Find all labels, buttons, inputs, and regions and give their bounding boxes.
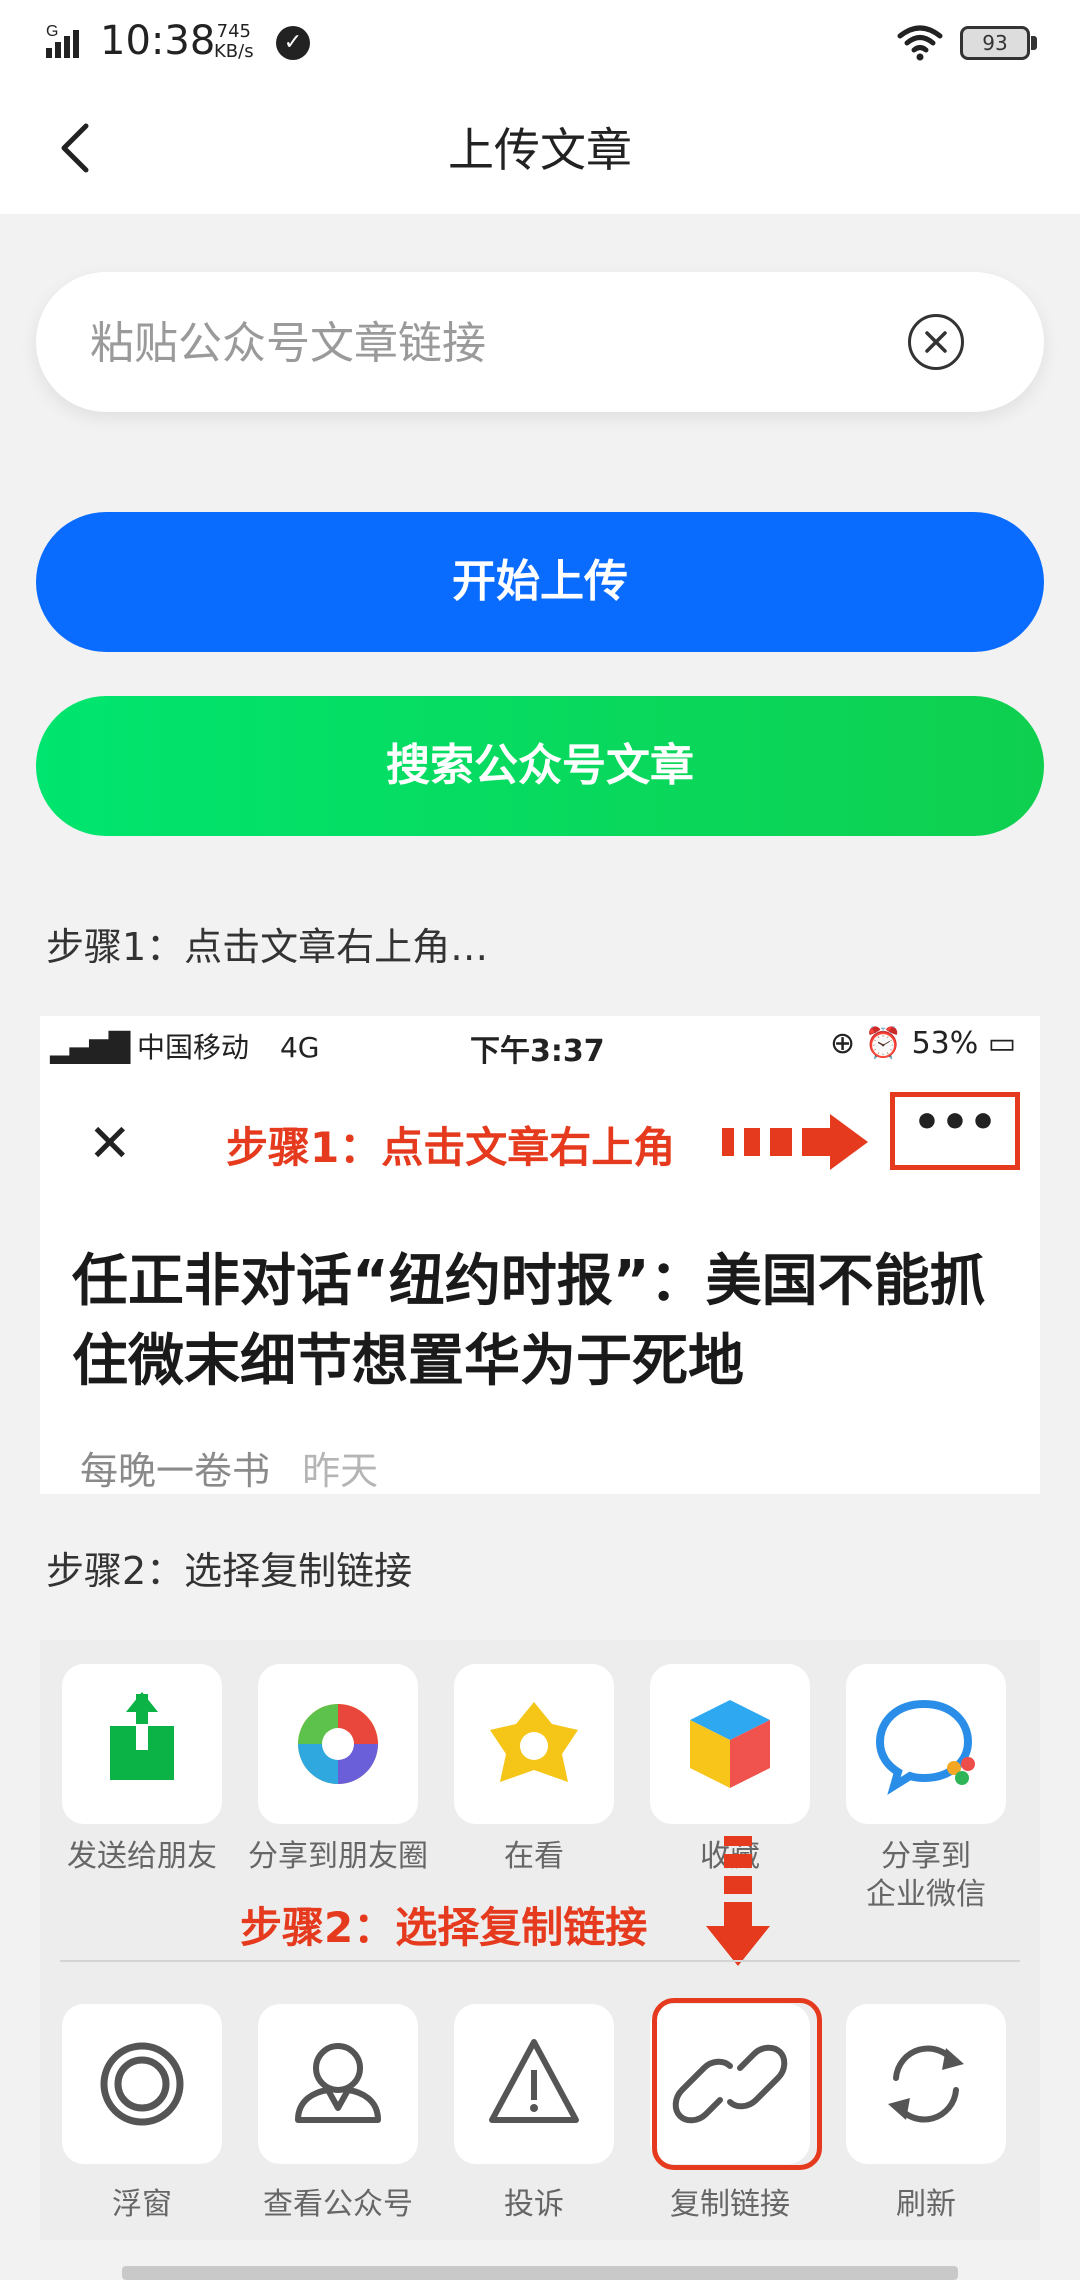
step1-carrier: 中国移动: [137, 1031, 250, 1064]
wow-label: 在看: [504, 1839, 564, 1874]
moments-label: 分享到朋友圈: [248, 1839, 428, 1874]
start-upload-button[interactable]: 开始上传: [36, 512, 1044, 652]
send-to-friend-tile: [62, 1664, 222, 1824]
floating-window-icon: [100, 2042, 184, 2126]
official-account-tile: [258, 2004, 418, 2164]
page-title: 上传文章: [448, 123, 632, 177]
favorite-cube-icon: [690, 1700, 770, 1788]
step2-arrow-icon: [706, 1836, 770, 1966]
refresh-icon: [888, 2045, 964, 2123]
step2-screenshot: 发送给朋友 分享到朋友圈 在看 收藏 分享到 企业微信 步骤2：选择复制链接: [40, 1640, 1040, 2240]
signal-icon: G: [46, 23, 79, 58]
step1-status-carrier: ▂▄▆█ 中国移动 4G: [50, 1026, 319, 1066]
menu-divider: [60, 1960, 1020, 1962]
official-account-label: 查看公众号: [263, 2187, 413, 2222]
battery-level: 93: [960, 26, 1030, 60]
network-speed: 745 KB/s: [214, 22, 254, 62]
step2-label: 步骤2：选择复制链接: [46, 1549, 413, 1593]
wifi-icon: [897, 25, 943, 61]
moments-icon: [298, 1704, 378, 1784]
copy-link-label: 复制链接: [670, 2187, 790, 2222]
network-speed-value: 745: [216, 21, 251, 42]
network-type-text: G: [46, 23, 58, 40]
send-to-friend-label: 发送给朋友: [67, 1839, 217, 1874]
wecom-icon: [875, 1699, 975, 1795]
article-link-input[interactable]: [88, 306, 912, 380]
official-account-icon: [295, 2043, 381, 2123]
moments-tile: [258, 1664, 418, 1824]
step1-article-headline: 任正非对话“纽约时报”：美国不能抓住微末细节想置华为于死地: [72, 1249, 986, 1394]
copy-link-highlight: [652, 1998, 822, 2170]
link-input-container: [36, 272, 1044, 412]
step1-article-source: 每晚一卷书: [80, 1449, 271, 1493]
favorite-tile: [650, 1664, 810, 1824]
wecom-tile: [846, 1664, 1006, 1824]
step1-label: 步骤1：点击文章右上角…: [46, 925, 489, 969]
step1-article-date: 昨天: [302, 1449, 379, 1493]
bottom-edge-bar: [122, 2266, 958, 2280]
step1-battery-text: 53%: [911, 1026, 979, 1061]
complaint-label: 投诉: [504, 2187, 564, 2222]
refresh-label: 刷新: [896, 2187, 956, 2222]
check-badge-icon: ✓: [276, 26, 310, 60]
floating-window-label: 浮窗: [112, 2187, 172, 2222]
step1-status-time: 下午3:37: [470, 1034, 605, 1069]
floating-window-tile: [62, 2004, 222, 2164]
step1-screenshot: ▂▄▆█ 中国移动 4G 下午3:37 ⊕ ⏰ 53% ▭ ✕ 步骤1：点击文章…: [40, 1016, 1040, 1494]
wow-icon: [490, 1702, 578, 1782]
wow-tile: [454, 1664, 614, 1824]
step1-signal-icon: ▂▄▆█: [50, 1031, 130, 1064]
step1-article-meta: 每晚一卷书 昨天: [80, 1440, 378, 1494]
step1-more-button: •••: [890, 1092, 1020, 1170]
battery-icon: [1031, 36, 1037, 50]
step1-annotation: 步骤1：点击文章右上角: [226, 1123, 676, 1172]
step1-status-battery: ⊕ ⏰ 53% ▭: [830, 1026, 1016, 1061]
step1-lock-alarm-icon: ⊕ ⏰: [830, 1026, 912, 1061]
network-speed-unit: KB/s: [214, 41, 254, 62]
warning-icon: [489, 2039, 579, 2123]
step1-network: 4G: [279, 1031, 320, 1064]
step1-close-icon: ✕: [88, 1114, 132, 1174]
search-articles-button[interactable]: 搜索公众号文章: [36, 696, 1044, 836]
back-arrow-icon[interactable]: [50, 118, 110, 178]
step2-annotation: 步骤2：选择复制链接: [240, 1903, 648, 1952]
wecom-label: 分享到 企业微信: [866, 1839, 986, 1912]
complaint-tile: [454, 2004, 614, 2164]
status-time: 10:38: [100, 18, 216, 64]
clear-input-icon[interactable]: [908, 314, 964, 370]
send-to-friend-icon: [110, 1692, 174, 1780]
refresh-tile: [846, 2004, 1006, 2164]
step1-battery-icon: ▭: [987, 1026, 1017, 1061]
step1-arrow-icon: [722, 1114, 868, 1170]
